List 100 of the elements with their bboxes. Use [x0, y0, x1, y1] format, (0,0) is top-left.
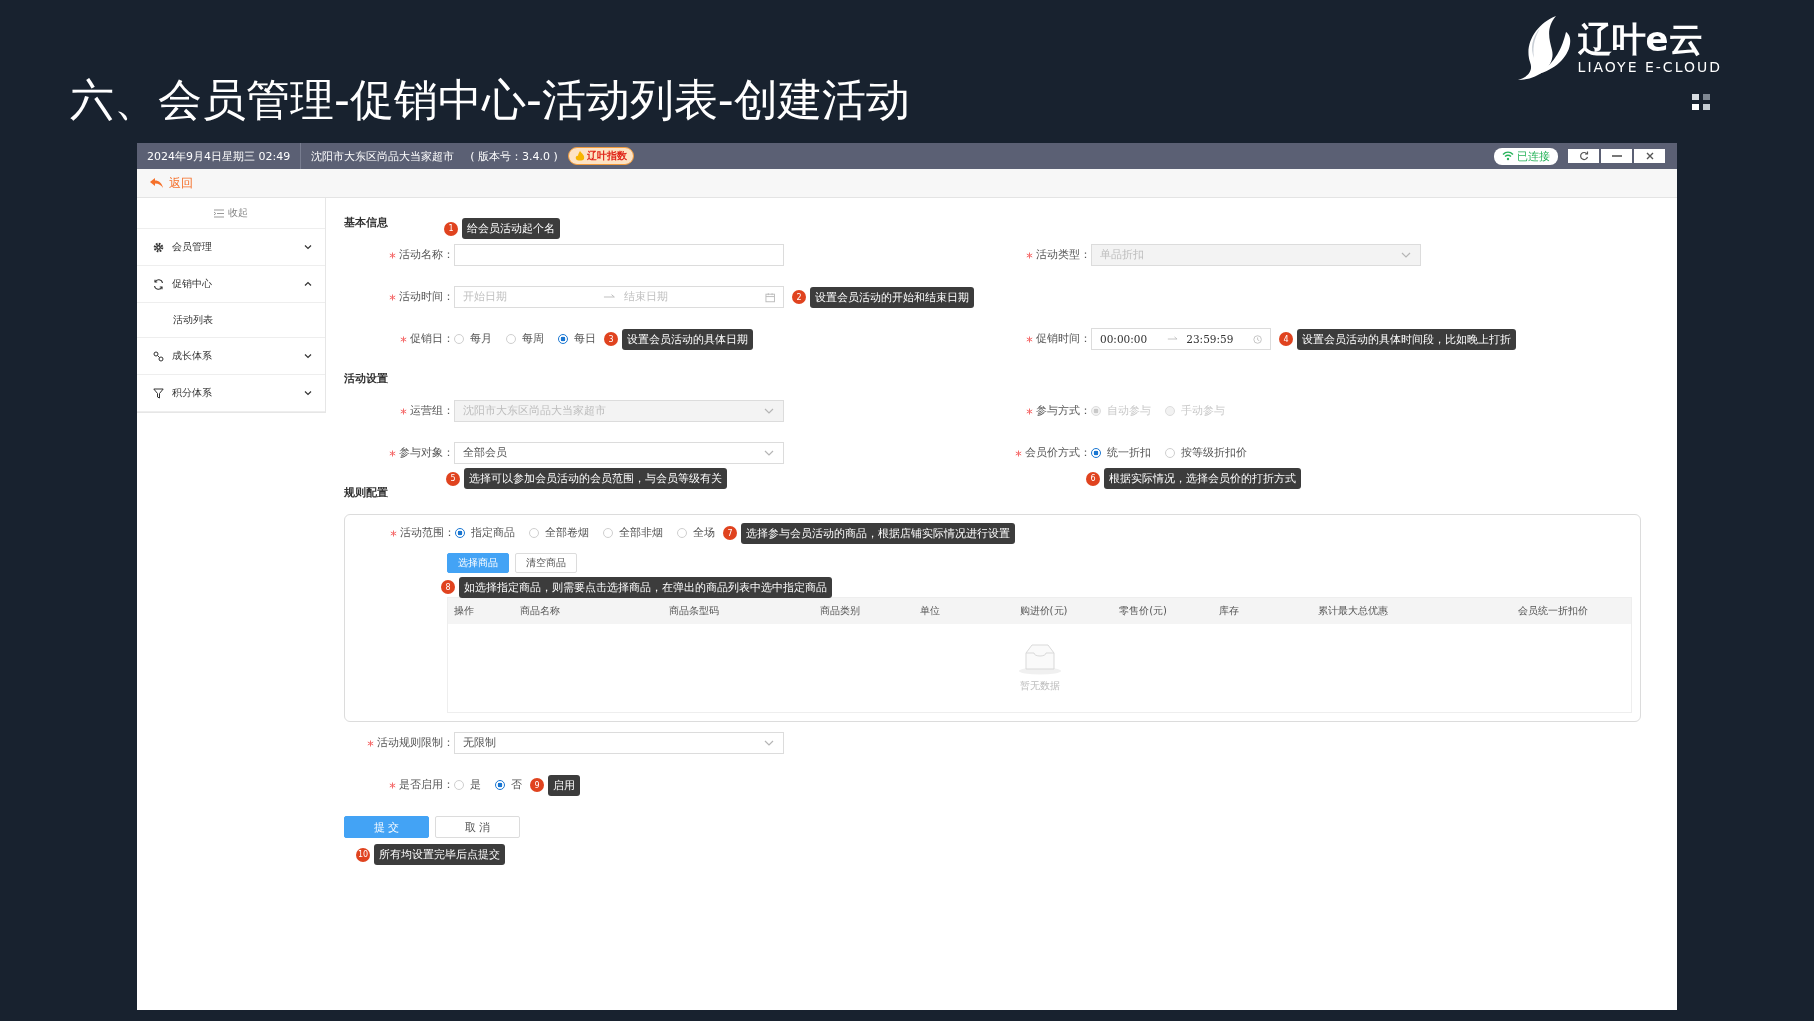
arrow-icon — [1166, 335, 1179, 343]
list-icon — [214, 208, 224, 218]
field-label: 运营组： — [410, 404, 454, 418]
refresh-button[interactable] — [1568, 149, 1599, 163]
callout-tooltip: 所有均设置完毕后点提交 — [374, 844, 505, 865]
field-label: 活动范围： — [400, 526, 455, 540]
step-badge: 1 — [444, 221, 458, 236]
chevron-icon — [303, 242, 313, 252]
radio-button[interactable] — [558, 334, 568, 344]
radio-button[interactable] — [455, 528, 465, 538]
sidebar-item[interactable]: 成长体系 — [137, 338, 325, 375]
section-title: 活动设置 — [344, 370, 388, 386]
callout-tooltip: 给会员活动起个名 — [462, 218, 560, 239]
field-label: 参与方式： — [1036, 404, 1091, 418]
step-badge: 7 — [723, 526, 737, 540]
column-header: 商品类别 — [819, 604, 862, 618]
minimize-button[interactable] — [1601, 149, 1632, 163]
section-title: 规则配置 — [344, 484, 388, 500]
field-label: 活动类型： — [1036, 248, 1091, 262]
clock-icon — [1252, 333, 1262, 345]
secondary-button[interactable]: 清空商品 — [515, 553, 577, 573]
radio-label[interactable]: 每周 — [522, 332, 544, 346]
step-badge: 10 — [356, 847, 370, 862]
logo-name: 辽叶e云 — [1577, 21, 1704, 59]
callout-tooltip: 选择参与会员活动的商品，根据店铺实际情况进行设置 — [741, 522, 1015, 544]
refresh-icon — [1578, 151, 1589, 161]
column-header: 商品条型码 — [668, 604, 721, 618]
callout-tooltip: 如选择指定商品，则需要点击选择商品，在弹出的商品列表中选中指定商品 — [459, 576, 832, 598]
arrow-icon — [603, 293, 617, 301]
callout-tooltip: 根据实际情况，选择会员价的打折方式 — [1104, 468, 1301, 489]
radio-button[interactable] — [495, 780, 505, 790]
empty-tray-icon — [1017, 643, 1062, 675]
collapse-button[interactable]: 收起 — [137, 198, 325, 229]
select-field[interactable]: 全部会员 — [454, 442, 784, 464]
field-label: 活动时间： — [399, 290, 454, 304]
callout-tooltip: 设置会员活动的开始和结束日期 — [810, 286, 974, 308]
radio-label[interactable]: 按等级折扣价 — [1181, 446, 1247, 460]
chevron-icon — [303, 388, 313, 398]
funnel-icon — [153, 387, 164, 399]
radio-button[interactable] — [1091, 448, 1101, 458]
close-icon — [1644, 151, 1655, 161]
select-field[interactable]: 无限制 — [454, 732, 784, 754]
field-label: 参与对象： — [399, 446, 454, 460]
radio-label[interactable]: 全部卷烟 — [545, 526, 589, 540]
sidebar-item[interactable]: 积分体系 — [137, 375, 325, 412]
connection-status: 已连接 — [1494, 147, 1558, 165]
date-time: 2024年9月4日星期三 02:49 — [147, 148, 291, 164]
logo-tagline: LIAOYE E-CLOUD — [1577, 58, 1722, 75]
callout-tooltip: 启用 — [548, 774, 580, 796]
radio-label[interactable]: 否 — [511, 778, 522, 792]
radio-label[interactable]: 全部非烟 — [619, 526, 663, 540]
step-badge: 3 — [604, 332, 618, 346]
radio-label[interactable]: 指定商品 — [471, 526, 515, 540]
column-header: 操作 — [453, 604, 475, 618]
radio-label[interactable]: 全场 — [693, 526, 715, 540]
callout-tooltip: 选择可以参加会员活动的会员范围，与会员等级有关 — [464, 468, 727, 489]
field-label: 促销日： — [410, 332, 454, 346]
time-range-field[interactable]: 00:00:00 23:59:59 — [1091, 328, 1271, 350]
wifi-icon — [1502, 151, 1514, 161]
column-header: 单位 — [919, 604, 941, 618]
link-icon — [153, 350, 164, 362]
store-name: 沈阳市大东区尚品大当家超市 — [311, 148, 455, 164]
step-badge: 9 — [530, 778, 544, 792]
back-arrow-icon — [149, 177, 164, 189]
radio-label[interactable]: 统一折扣 — [1107, 446, 1151, 460]
column-header: 商品名称 — [518, 604, 561, 618]
column-header: 零售价(元) — [1118, 604, 1168, 618]
sidebar-item[interactable]: 会员管理 — [137, 229, 325, 266]
column-header: 购进价(元) — [1018, 604, 1069, 618]
radio-label[interactable]: 每月 — [470, 332, 492, 346]
index-badge[interactable]: 辽叶指数 — [567, 147, 634, 165]
gear-icon — [153, 241, 164, 253]
column-header: 累计最大总优惠 — [1317, 604, 1390, 618]
step-badge: 8 — [441, 580, 455, 594]
text-field[interactable] — [454, 244, 784, 266]
step-badge: 5 — [446, 471, 460, 486]
calendar-icon — [764, 291, 775, 303]
flame-icon — [574, 150, 585, 162]
refresh-icon — [153, 278, 164, 290]
chevron-icon — [303, 351, 313, 361]
radio-label[interactable]: 每日 — [574, 332, 596, 346]
field-label: 活动规则限制： — [377, 736, 454, 750]
sidebar-item[interactable]: 促销中心 — [137, 266, 325, 303]
column-header: 会员统一折扣价 — [1516, 604, 1589, 618]
cancel-button[interactable]: 取 消 — [435, 816, 520, 838]
grid-icon — [1692, 94, 1712, 112]
field-label: 促销时间： — [1036, 332, 1091, 346]
version-text: ( 版本号：3.4.0 ) — [470, 148, 558, 164]
radio-label[interactable]: 是 — [470, 778, 481, 792]
field-label: 活动名称： — [399, 248, 454, 262]
field-label: 是否启用： — [399, 778, 454, 792]
chevron-icon — [303, 279, 313, 289]
close-button[interactable] — [1634, 149, 1665, 163]
callout-tooltip: 设置会员活动的具体日期 — [622, 328, 753, 350]
slide-title: 六、会员管理-促销中心-活动列表-创建活动 — [69, 73, 910, 122]
step-badge: 6 — [1086, 471, 1100, 486]
field-label: 会员价方式： — [1025, 446, 1091, 460]
step-badge: 4 — [1279, 332, 1293, 346]
step-badge: 2 — [792, 290, 806, 304]
sidebar-subitem[interactable]: 活动列表 — [137, 303, 325, 338]
